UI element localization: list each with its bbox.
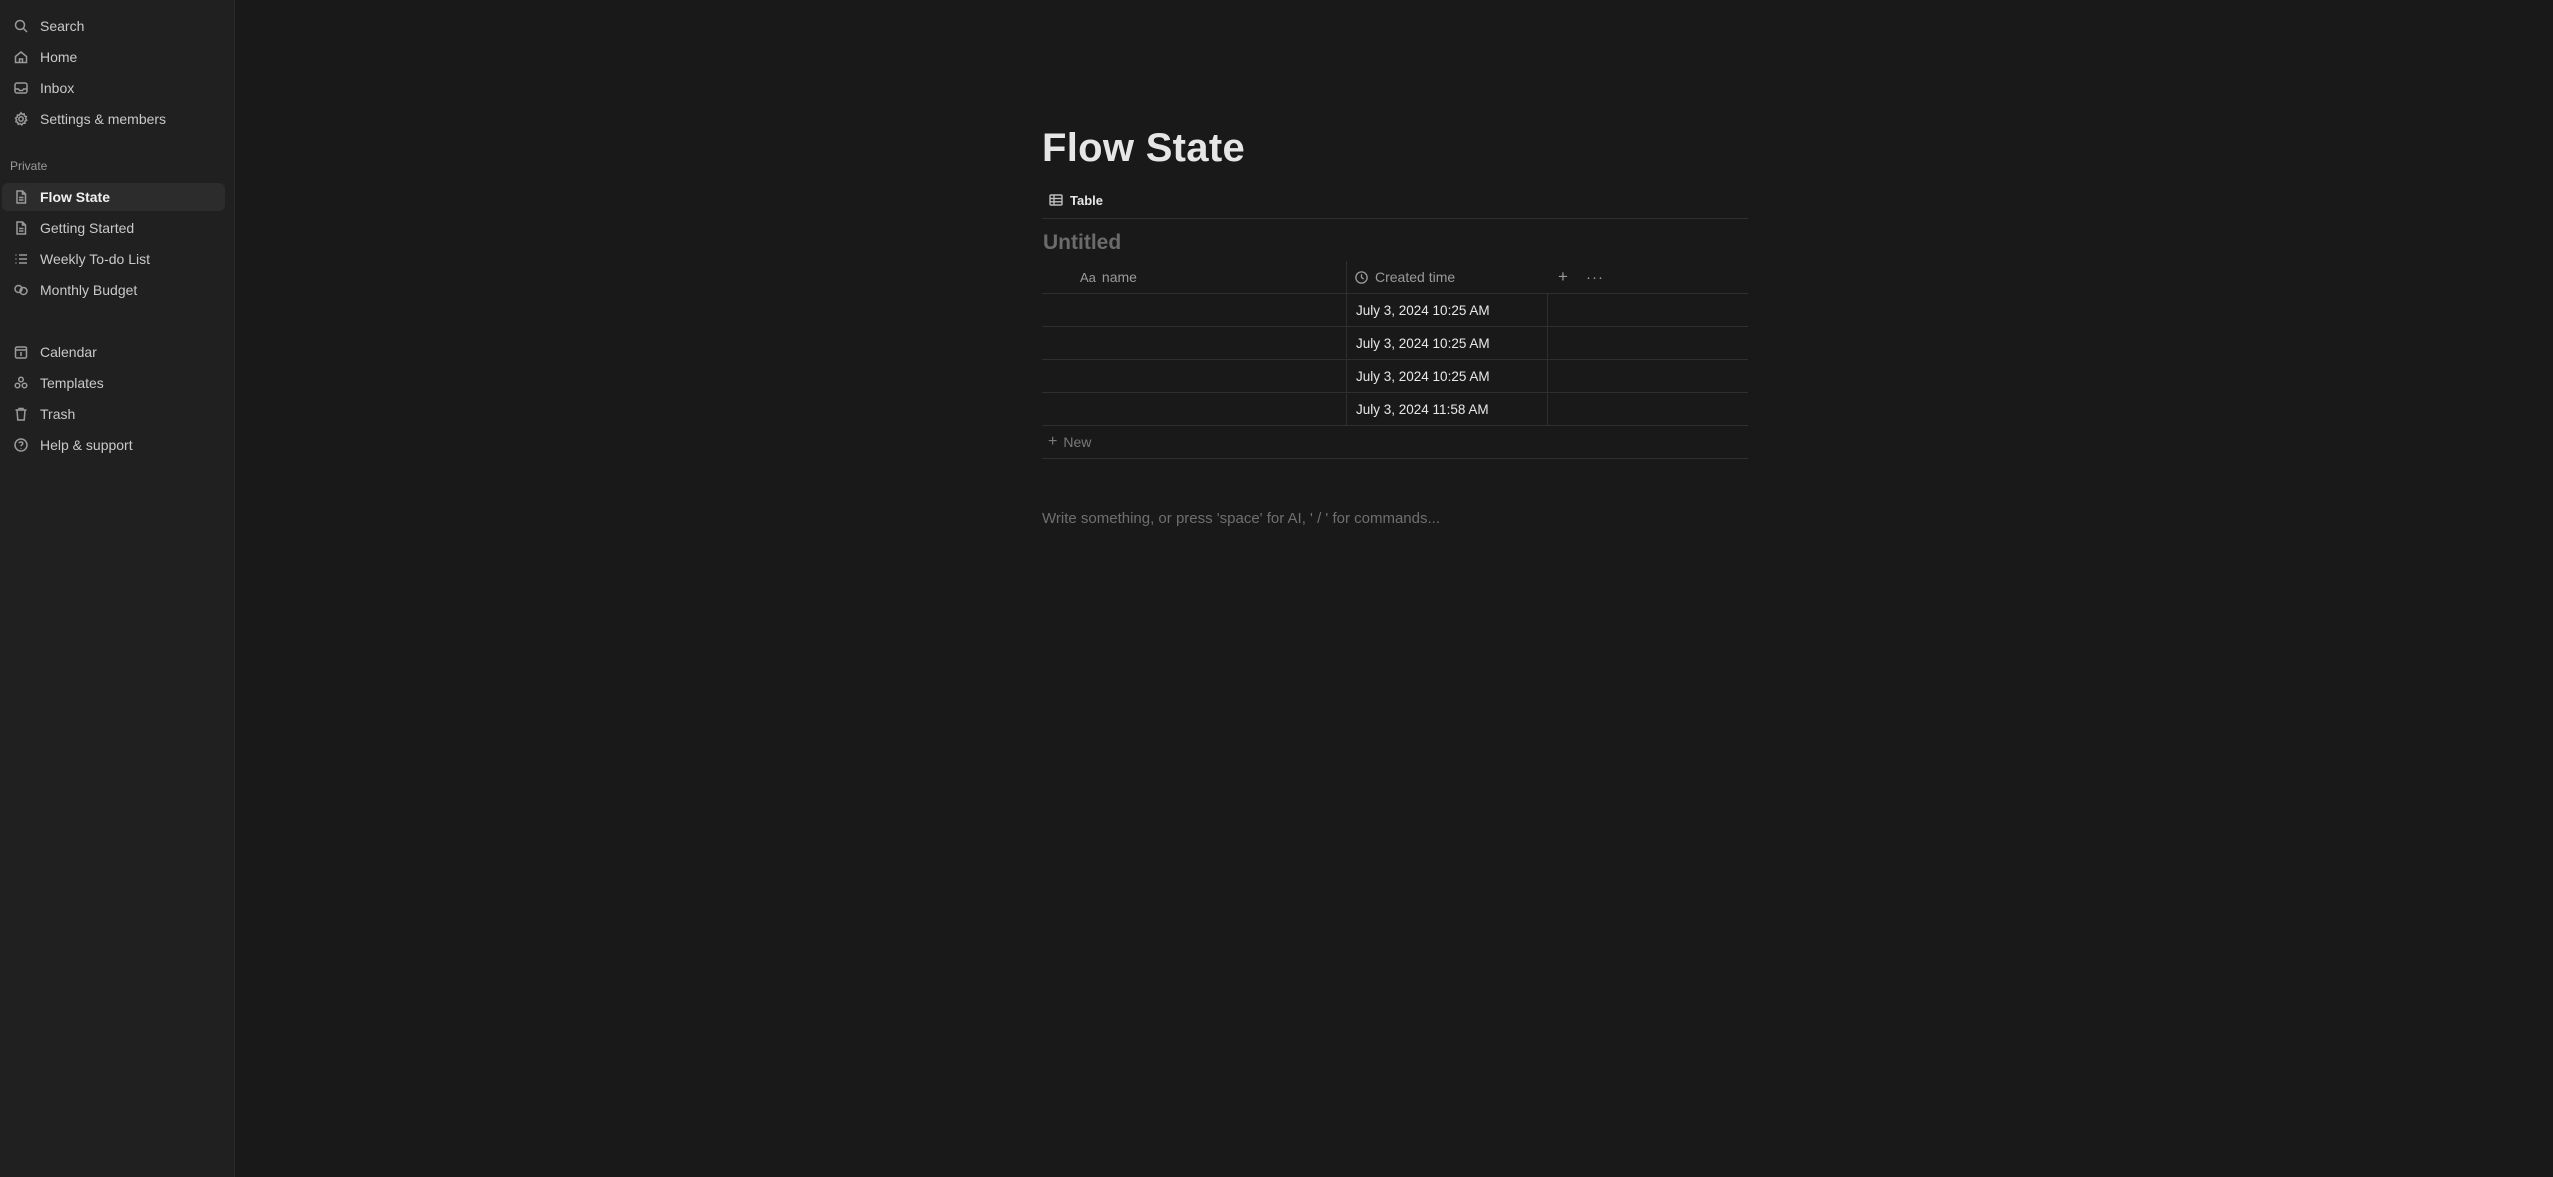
inbox-icon [12, 79, 30, 97]
budget-icon [12, 281, 30, 299]
database-title[interactable]: Untitled [1043, 231, 1121, 255]
sidebar-item-flow-state[interactable]: Flow State [2, 183, 225, 211]
clock-icon [1355, 270, 1368, 284]
table-row[interactable]: July 3, 2024 10:25 AM [1042, 327, 1748, 360]
sidebar-item-label: Search [40, 18, 85, 34]
sidebar-item-settings[interactable]: Settings & members [2, 105, 225, 133]
home-icon [12, 48, 30, 66]
created-time-cell: July 3, 2024 10:25 AM [1356, 368, 1490, 384]
new-row-button[interactable]: + New [1042, 426, 1748, 459]
column-header-name[interactable]: Aa name [1080, 261, 1137, 293]
table-icon [1049, 194, 1063, 206]
sidebar-item-label: Templates [40, 375, 104, 391]
page-title[interactable]: Flow State [1042, 126, 1245, 171]
divider [1042, 218, 1748, 219]
sidebar-item-search[interactable]: Search [2, 12, 225, 40]
sidebar-item-label: Trash [40, 406, 76, 422]
search-icon [12, 17, 30, 35]
sidebar-item-label: Inbox [40, 80, 75, 96]
page-icon [12, 219, 30, 237]
table-row[interactable]: July 3, 2024 10:25 AM [1042, 360, 1748, 393]
gear-icon [12, 110, 30, 128]
new-row-label: New [1063, 434, 1092, 450]
table-row[interactable]: July 3, 2024 11:58 AM [1042, 393, 1748, 426]
created-time-cell: July 3, 2024 11:58 AM [1356, 401, 1489, 417]
templates-icon [12, 374, 30, 392]
sidebar-item-trash[interactable]: Trash [2, 400, 225, 428]
trash-icon [12, 405, 30, 423]
plus-icon: + [1048, 433, 1058, 450]
help-icon [12, 436, 30, 454]
sidebar-item-label: Settings & members [40, 111, 167, 127]
table-header: Aa name Created time + ··· [1042, 261, 1748, 426]
text-type-icon: Aa [1080, 269, 1096, 285]
created-time-cell: July 3, 2024 10:25 AM [1356, 335, 1490, 351]
sidebar-item-label: Home [40, 49, 78, 65]
column-label: Created time [1375, 269, 1456, 285]
tab-table-view[interactable]: Table [1042, 189, 1103, 211]
sidebar-item-label: Help & support [40, 437, 133, 453]
sidebar-item-help[interactable]: Help & support [2, 431, 225, 459]
editor-placeholder[interactable]: Write something, or press 'space' for AI… [1042, 510, 1440, 527]
section-label-private: Private [10, 159, 48, 173]
sidebar-item-inbox[interactable]: Inbox [2, 74, 225, 102]
sidebar-item-label: Calendar [40, 344, 97, 360]
table-row[interactable]: July 3, 2024 10:25 AM [1042, 294, 1748, 327]
more-options-button[interactable]: ··· [1584, 261, 1606, 293]
page-icon [12, 188, 30, 206]
sidebar-item-templates[interactable]: Templates [2, 369, 225, 397]
calendar-icon [12, 343, 30, 361]
sidebar-item-home[interactable]: Home [2, 43, 225, 71]
sidebar-item-monthly-budget[interactable]: Monthly Budget [2, 276, 225, 304]
sidebar-item-label: Flow State [40, 189, 111, 205]
sidebar-item-label: Weekly To-do List [40, 251, 150, 267]
sidebar-item-weekly-todo[interactable]: Weekly To-do List [2, 245, 225, 273]
sidebar: Search Home Inbox Settings & members Pri… [0, 0, 235, 1177]
sidebar-item-calendar[interactable]: Calendar [2, 338, 225, 366]
sidebar-item-label: Getting Started [40, 220, 135, 236]
database-table: Aa name Created time + ··· July 3, 2024 … [1042, 261, 1748, 459]
list-icon [12, 250, 30, 268]
column-header-created-time[interactable]: Created time [1354, 261, 1455, 293]
sidebar-item-label: Monthly Budget [40, 282, 138, 298]
sidebar-item-getting-started[interactable]: Getting Started [2, 214, 225, 242]
add-property-button[interactable]: + [1552, 261, 1574, 293]
tab-label: Table [1070, 192, 1103, 208]
column-label: name [1101, 269, 1137, 285]
created-time-cell: July 3, 2024 10:25 AM [1356, 302, 1490, 318]
